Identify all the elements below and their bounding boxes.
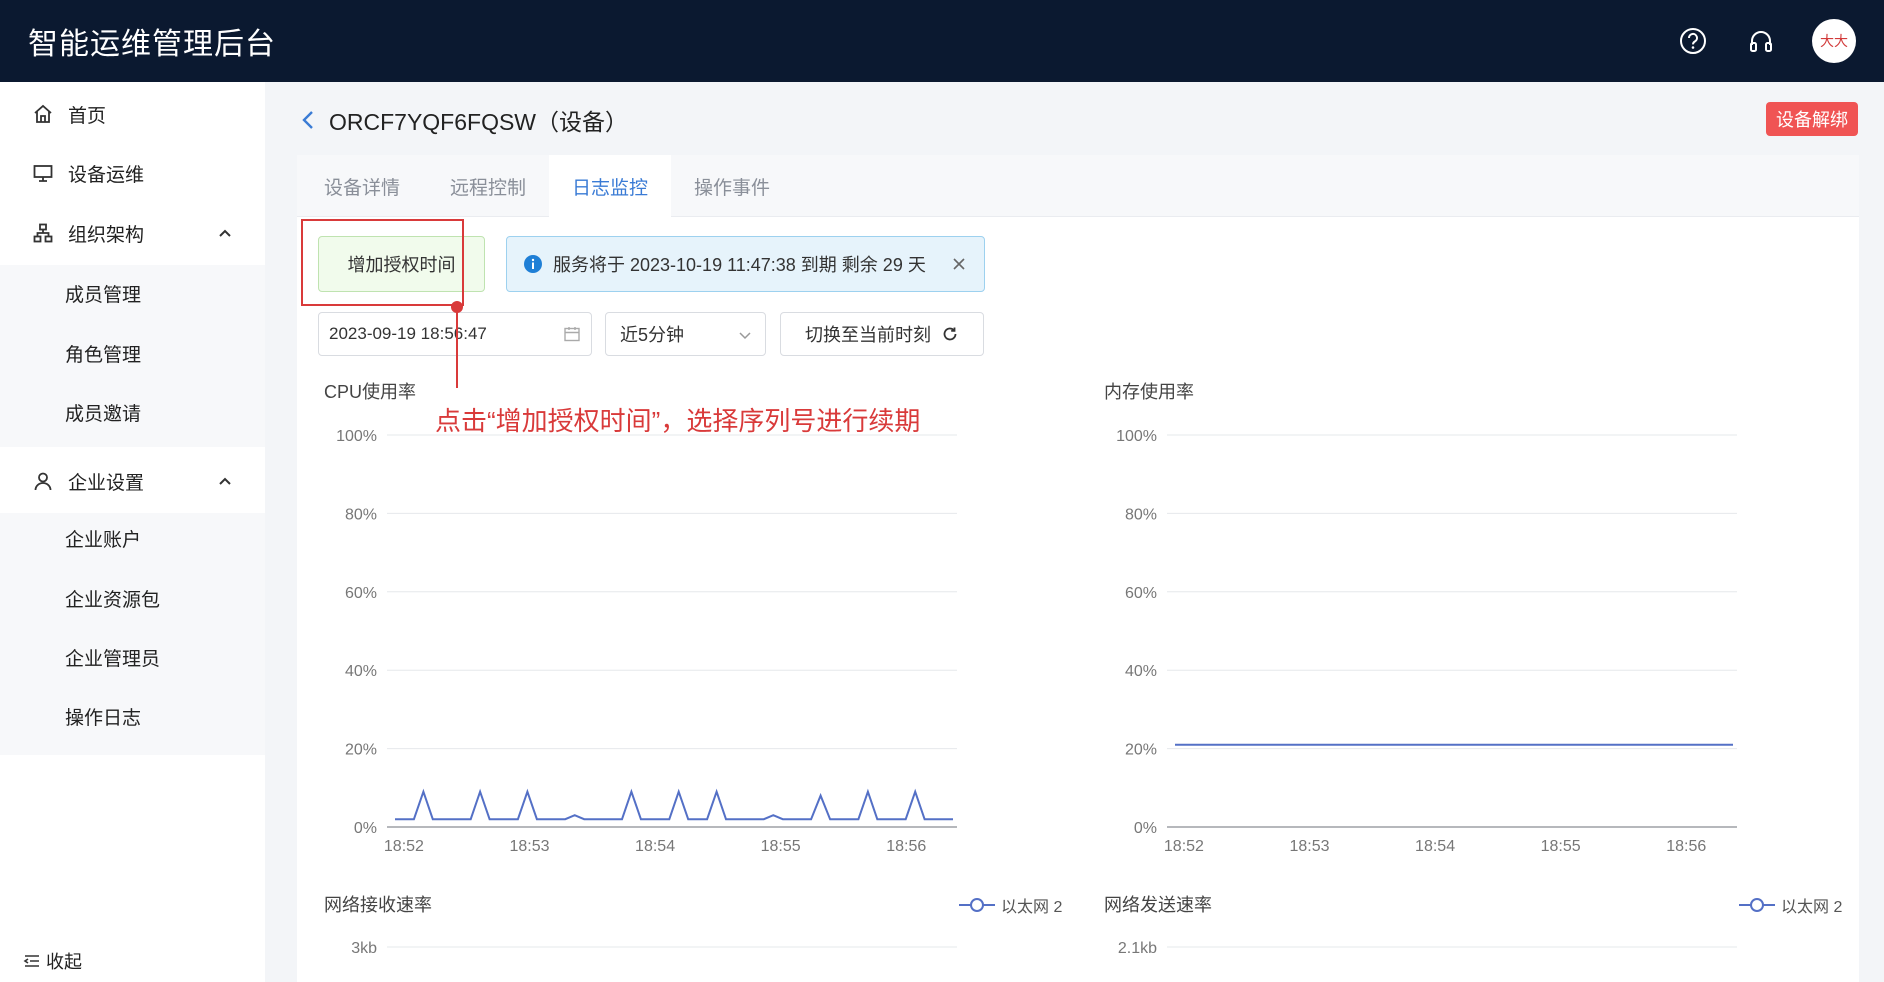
x-tick-label: 18:53 [1289,838,1329,855]
x-tick-label: 18:52 [1164,838,1204,855]
legend-label: 以太网 2 [1781,899,1843,916]
org-submenu: 成员管理 角色管理 成员邀请 [0,265,265,447]
unbind-device-button[interactable]: 设备解绑 [1766,102,1858,136]
monitor-icon [30,160,56,186]
sidebar-item-enterprise[interactable]: 企业设置 [0,453,265,509]
sidebar-item-label: 设备运维 [68,164,145,186]
collapse-button[interactable]: 收起 [22,948,82,974]
y-tick-label: 100% [1116,428,1157,445]
org-icon [30,220,56,246]
x-tick-label: 18:56 [886,838,926,855]
annotation-highlight-box [301,219,464,306]
x-tick-label: 18:55 [761,838,801,855]
chevron-down-icon [739,332,751,340]
x-tick-label: 18:54 [1415,838,1455,855]
y-tick-label: 40% [1125,663,1157,680]
sidebar-item-device-ops[interactable]: 设备运维 [0,145,265,201]
date-time-picker[interactable]: 2023-09-19 18:56:47 [318,312,592,356]
y-tick-label: 80% [345,506,377,523]
tab-operation-events[interactable]: 操作事件 [671,155,793,217]
sidebar-item-invite[interactable]: 成员邀请 [0,387,265,437]
y-tick-label: 40% [345,663,377,680]
home-icon [30,101,56,127]
chevron-up-icon [219,229,231,237]
net-receive-chart: 3kb [351,940,957,957]
sidebar-item-members[interactable]: 成员管理 [0,268,265,318]
net-send-chart-title: 网络发送速率 [1104,895,1212,915]
notice-text: 服务将于 2023-10-19 11:47:38 到期 剩余 29 天 [553,255,926,275]
top-icons: 大大 [1676,0,1856,82]
expiry-notice: 服务将于 2023-10-19 11:47:38 到期 剩余 29 天 [506,236,985,292]
sidebar-item-op-log[interactable]: 操作日志 [0,691,265,741]
collapse-icon [23,955,39,967]
sidebar-item-label: 企业设置 [68,472,145,494]
net-receive-chart-title: 网络接收速率 [324,895,432,915]
time-range-select[interactable]: 近5分钟 [605,312,766,356]
back-icon[interactable] [297,108,321,132]
enterprise-submenu: 企业账户 企业资源包 企业管理员 操作日志 [0,513,265,755]
date-value: 2023-09-19 18:56:47 [329,324,487,343]
x-tick-label: 18:54 [635,838,675,855]
x-tick-label: 18:56 [1666,838,1706,855]
refresh-icon [943,327,957,341]
tab-log-monitor[interactable]: 日志监控 [549,155,671,218]
avatar[interactable]: 大大 [1812,19,1856,63]
help-icon[interactable] [1676,24,1710,58]
annotation-dot [451,301,463,313]
net-send-legend[interactable]: 以太网 2 [1739,893,1842,917]
tab-remote-control[interactable]: 远程控制 [427,155,549,217]
sidebar-item-ent-account[interactable]: 企业账户 [0,513,265,563]
cpu-chart-title: CPU使用率 [324,382,417,402]
annotation-text: 点击“增加授权时间”，选择序列号进行续期 [435,406,921,436]
sidebar-item-home[interactable]: 首页 [0,86,265,142]
user-icon [30,468,56,494]
tab-device-detail[interactable]: 设备详情 [297,155,427,217]
y-tick-label: 100% [336,428,377,445]
info-icon [524,255,542,273]
tab-bar: 设备详情 远程控制 日志监控 操作事件 [297,155,1859,218]
legend-marker [1739,898,1775,912]
headset-icon[interactable] [1744,24,1778,58]
y-tick-label: 20% [1125,742,1157,759]
page-title: ORCF7YQF6FQSW（设备） [329,109,629,135]
close-icon[interactable] [950,255,968,273]
sidebar-item-org[interactable]: 组织架构 [0,205,265,261]
x-tick-label: 18:53 [509,838,549,855]
memory-chart-title: 内存使用率 [1104,382,1194,402]
sidebar: 首页 设备运维 组织架构 成员管理 角色管理 成员邀请 企业设置 企业账户 企业… [0,82,265,982]
y-tick-label: 80% [1125,506,1157,523]
net-receive-legend[interactable]: 以太网 2 [959,893,1062,917]
content-card: 设备详情 远程控制 日志监控 操作事件 增加授权时间 服务将于 2023-10-… [297,155,1859,982]
net-send-chart: 2.1kb [1118,940,1737,957]
legend-label: 以太网 2 [1001,899,1063,916]
x-tick-label: 18:52 [384,838,424,855]
y-tick-label: 0% [1134,820,1157,837]
y-tick-label: 60% [345,585,377,602]
app-title: 智能运维管理后台 [28,28,276,61]
top-bar: 智能运维管理后台 大大 [0,0,1884,82]
chevron-up-icon [219,477,231,485]
y-tick-label: 3kb [351,940,377,957]
x-tick-label: 18:55 [1541,838,1581,855]
sidebar-item-roles[interactable]: 角色管理 [0,328,265,378]
page-header: ORCF7YQF6FQSW（设备） [297,100,628,140]
sidebar-item-ent-resource[interactable]: 企业资源包 [0,573,265,623]
sidebar-item-ent-admin[interactable]: 企业管理员 [0,632,265,682]
range-value: 近5分钟 [620,325,685,345]
y-tick-label: 20% [345,742,377,759]
annotation-line [456,306,458,388]
switch-to-now-button[interactable]: 切换至当前时刻 [780,312,984,356]
calendar-icon [564,327,580,342]
collapse-label: 收起 [46,952,82,972]
series-line [395,788,953,821]
y-tick-label: 60% [1125,585,1157,602]
sidebar-item-label: 组织架构 [68,224,145,246]
sidebar-item-label: 首页 [68,105,107,127]
legend-marker [959,898,995,912]
switch-label: 切换至当前时刻 [805,325,931,345]
y-tick-label: 0% [354,820,377,837]
y-tick-label: 2.1kb [1118,940,1157,957]
